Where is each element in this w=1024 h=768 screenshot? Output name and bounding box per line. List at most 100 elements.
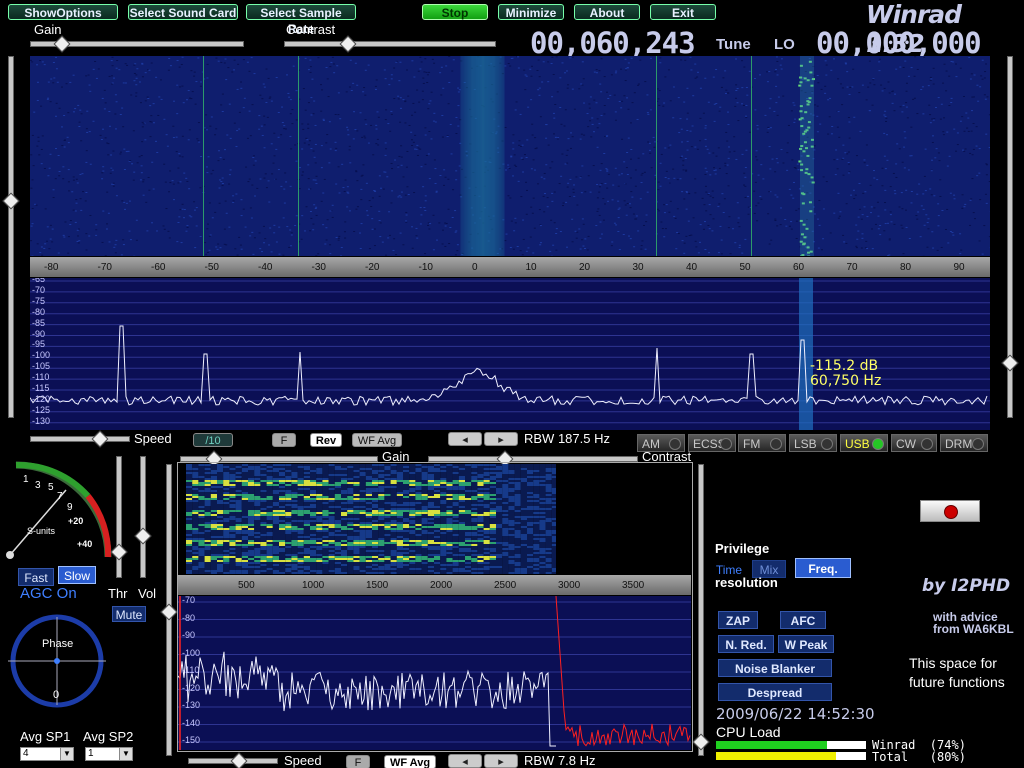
audio-waterfall-cell	[322, 516, 329, 518]
mode-fm-button[interactable]: FM	[738, 434, 786, 452]
waterfall-noise	[364, 94, 367, 96]
waterfall-noise	[524, 89, 527, 91]
select-sound-card-button[interactable]: Select Sound Card	[128, 4, 238, 20]
waterfall-noise	[245, 166, 248, 168]
about-button[interactable]: About	[574, 4, 640, 20]
gain-slider-thumb[interactable]	[53, 35, 71, 53]
mode-cw-button[interactable]: CW	[891, 434, 937, 452]
waterfall-noise	[399, 61, 402, 63]
waterfall-noise	[847, 116, 850, 118]
main-spectrum[interactable]: -115.2 dB 60,750 Hz -65 -70 -75 -80 -85 -90 -9…	[30, 278, 990, 430]
waterfall-noise	[398, 155, 401, 157]
audio-waterfall-cell	[297, 488, 304, 490]
waterfall-noise	[221, 111, 224, 113]
audio-waterfall-cell	[527, 542, 534, 544]
show-options-button[interactable]: ShowOptions	[8, 4, 118, 20]
avg-sp1-select[interactable]: 4 ▼	[20, 747, 74, 761]
mode-drm-button[interactable]: DRM	[940, 434, 988, 452]
speed-slider[interactable]	[30, 436, 130, 442]
audio-waterfall-cell	[235, 500, 242, 502]
audio-waterfall-cell	[266, 504, 273, 506]
speed-slider-thumb[interactable]	[91, 430, 109, 448]
audio-waterfall-cell	[341, 528, 348, 530]
mode-ecss-button[interactable]: ECSS	[688, 434, 736, 452]
audio-waterfall-cell	[496, 536, 503, 538]
waterfall-noise	[610, 74, 613, 76]
audio-waterfall-cell	[303, 528, 310, 530]
waterfall-noise	[111, 83, 114, 85]
audio-waterfall-cell	[551, 500, 556, 502]
audio-waterfall-cell	[204, 494, 211, 496]
audio-right-vertical-slider-thumb[interactable]	[692, 733, 710, 751]
agc-fast-button[interactable]: Fast	[18, 568, 54, 586]
left-vertical-slider-thumb[interactable]	[2, 192, 20, 210]
audio-waterfall-cell	[527, 476, 534, 478]
contrast-slider[interactable]	[284, 41, 496, 47]
rev-button[interactable]: Rev	[310, 433, 342, 447]
waterfall-noise	[233, 59, 236, 61]
audio-waterfall[interactable]	[186, 464, 556, 574]
audio-waterfall-cell	[254, 498, 261, 500]
volume-slider-thumb[interactable]	[134, 527, 152, 545]
audio-waterfall-cell	[489, 532, 496, 534]
f-button[interactable]: F	[272, 433, 296, 447]
waterfall-noise	[733, 150, 736, 152]
waterfall-noise	[565, 154, 568, 156]
right-vertical-slider-thumb[interactable]	[1001, 354, 1019, 372]
audio-right-vertical-slider[interactable]	[698, 464, 704, 756]
main-db-label: -70	[32, 284, 46, 295]
audio-waterfall-cell	[551, 476, 556, 478]
select-sample-rate-button[interactable]: Select Sample Rate	[246, 4, 356, 36]
waterfall-noise	[209, 234, 212, 236]
audio-waterfall-cell	[403, 492, 410, 494]
waterfall-noise	[733, 136, 736, 138]
mode-usb-button[interactable]: USB	[840, 434, 888, 452]
waterfall-noise	[280, 185, 283, 187]
phase-display[interactable]: Phase 0	[6, 612, 108, 710]
avg-sp2-select[interactable]: 1 ▼	[85, 747, 133, 761]
audio-waterfall-cell	[210, 498, 217, 500]
waterfall-noise	[101, 97, 104, 99]
waterfall-noise	[237, 63, 240, 65]
audio-waterfall-cell	[210, 526, 217, 528]
exit-button[interactable]: Exit	[650, 4, 716, 20]
waterfall-noise	[205, 114, 208, 116]
agc-slow-button[interactable]: Slow	[58, 566, 96, 584]
audio-waterfall-cell	[328, 502, 335, 504]
audio-waterfall-cell	[316, 494, 323, 496]
tune-frequency[interactable]: 00,060,243	[530, 26, 696, 60]
left-vertical-slider[interactable]	[8, 56, 14, 418]
waterfall-noise	[932, 247, 935, 249]
mode-lsb-button[interactable]: LSB	[789, 434, 837, 452]
waterfall-noise	[195, 207, 198, 209]
audio-waterfall-cell	[465, 544, 472, 546]
audio-waterfall-cell	[514, 542, 521, 544]
minimize-button[interactable]: Minimize	[498, 4, 564, 20]
waterfall-noise	[667, 69, 670, 71]
scroll-left-button[interactable]: ◂	[448, 432, 482, 446]
scroll-right-button[interactable]: ▸	[484, 432, 518, 446]
div10-button[interactable]: /10	[193, 433, 233, 447]
audio-waterfall-cell	[241, 532, 248, 534]
contrast-slider-thumb[interactable]	[339, 35, 357, 53]
waterfall-noise	[416, 89, 419, 91]
audio-waterfall-cell	[272, 510, 279, 512]
waterfall-noise	[300, 238, 303, 240]
lo-frequency[interactable]: 00,000,000	[816, 26, 982, 60]
mute-button[interactable]: Mute	[112, 606, 146, 622]
audio-waterfall-cell	[409, 522, 416, 524]
volume-slider[interactable]	[140, 456, 146, 578]
audio-waterfall-cell	[291, 536, 298, 538]
waterfall-noise	[510, 220, 513, 222]
waterfall-noise	[290, 232, 293, 234]
main-waterfall[interactable]	[30, 56, 990, 256]
audio-left-vertical-slider-thumb[interactable]	[160, 603, 178, 621]
audio-waterfall-cell	[489, 542, 496, 544]
waterfall-noise	[115, 67, 118, 69]
wf-avg-button[interactable]: WF Avg	[352, 433, 402, 447]
audio-waterfall-cell	[465, 542, 472, 544]
audio-waterfall-cell	[210, 540, 217, 542]
audio-waterfall-cell	[341, 486, 348, 488]
waterfall-noise	[452, 59, 455, 61]
stop-button[interactable]: Stop	[422, 4, 488, 20]
